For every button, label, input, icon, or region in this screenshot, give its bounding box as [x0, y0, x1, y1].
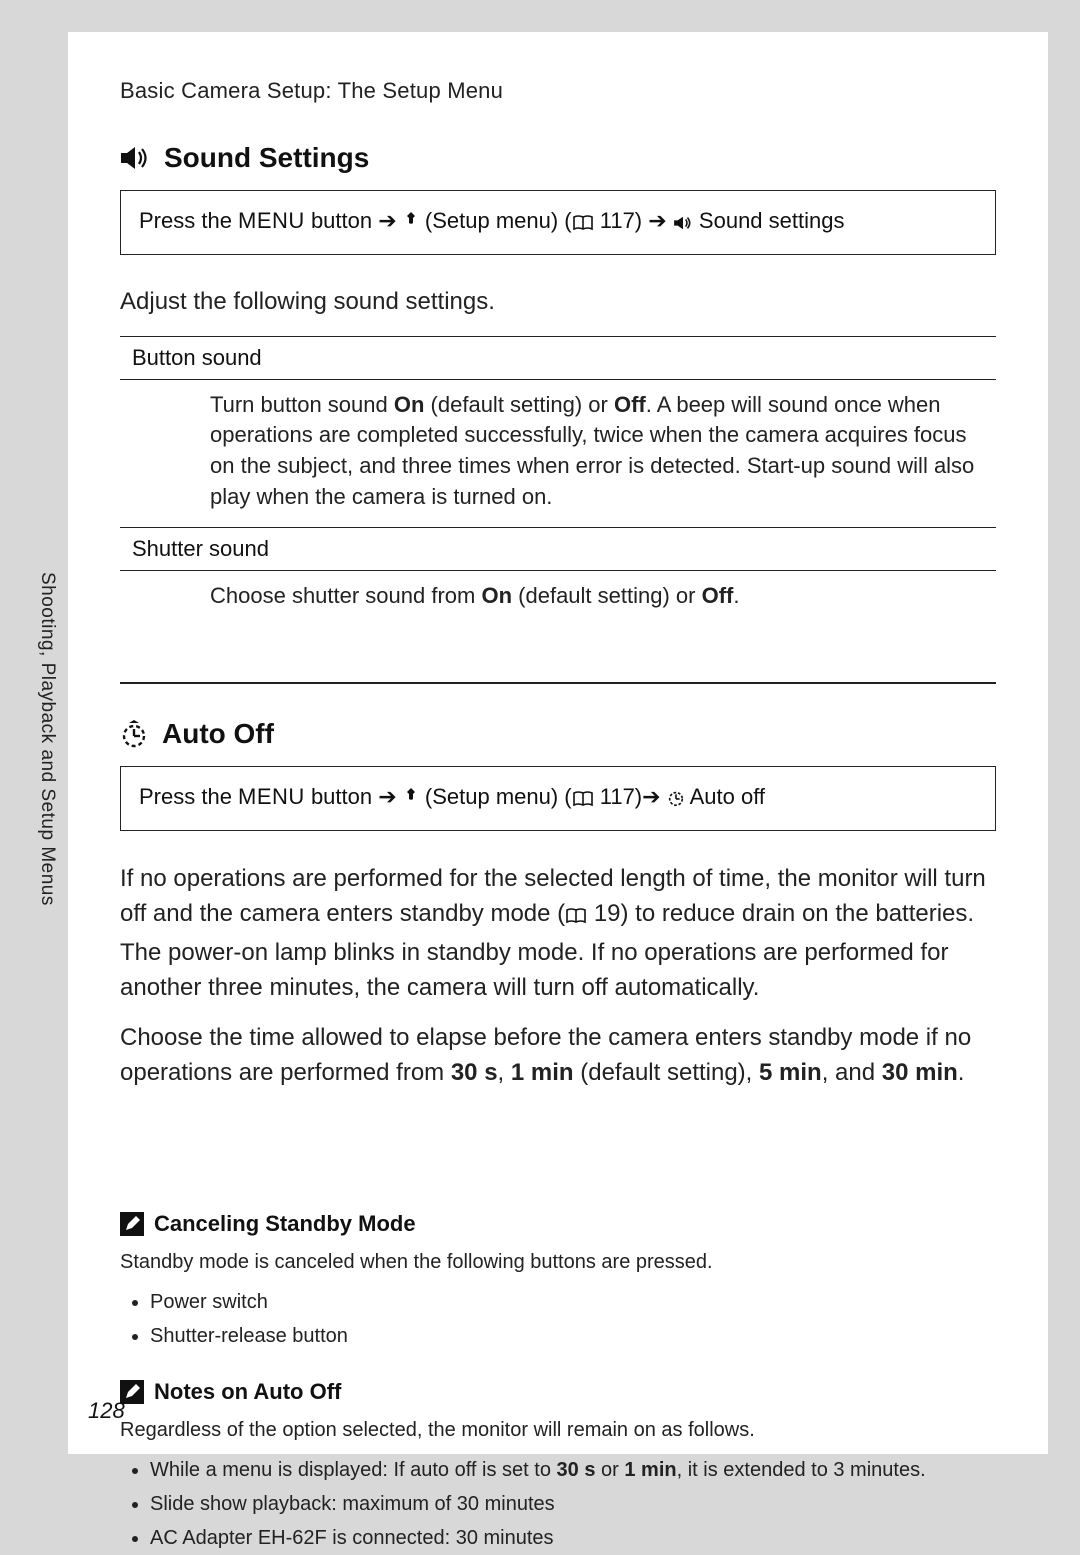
path-text: button — [305, 784, 378, 809]
auto-off-icon — [120, 720, 148, 748]
book-icon — [572, 784, 594, 816]
breadcrumb: Basic Camera Setup: The Setup Menu — [120, 78, 996, 104]
option-shutter-sound-head: Shutter sound — [120, 528, 996, 571]
note-list: Power switch Shutter-release button — [120, 1285, 996, 1353]
page-number: 128 — [88, 1398, 125, 1424]
path-text: Auto off — [685, 784, 765, 809]
option-button-sound-body: Turn button sound On (default setting) o… — [120, 380, 996, 528]
path-text: Press the — [139, 208, 238, 233]
section-title-text: Sound Settings — [164, 142, 369, 174]
page: Basic Camera Setup: The Setup Menu Sound… — [68, 32, 1048, 1454]
nav-path-autooff: Press the MENU button ➔ (Setup menu) ( 1… — [120, 766, 996, 831]
autooff-paragraph-2: Choose the time allowed to elapse before… — [120, 1020, 996, 1091]
section-sound-settings: Sound Settings — [120, 142, 996, 174]
note-title: Canceling Standby Mode — [154, 1211, 416, 1237]
list-item: Slide show playback: maximum of 30 minut… — [150, 1487, 996, 1521]
menu-keyword: MENU — [238, 784, 305, 809]
arrow-icon: ➔ — [378, 208, 396, 233]
section-divider — [120, 682, 996, 684]
autooff-paragraph-1: If no operations are performed for the s… — [120, 861, 996, 1006]
path-text: Sound settings — [693, 208, 845, 233]
option-button-sound-head: Button sound — [120, 337, 996, 380]
section-title-text: Auto Off — [162, 718, 274, 750]
page-ref: 117) — [594, 208, 649, 233]
wrench-icon — [403, 208, 419, 240]
book-icon — [572, 208, 594, 240]
path-text: button — [305, 208, 378, 233]
speaker-icon — [673, 208, 693, 240]
sound-lead: Adjust the following sound settings. — [120, 285, 996, 320]
arrow-icon: ➔ — [648, 208, 666, 233]
notes-section: Canceling Standby Mode Standby mode is c… — [120, 1211, 996, 1555]
arrow-icon: ➔ — [378, 784, 396, 809]
path-text: Press the — [139, 784, 238, 809]
note-title: Notes on Auto Off — [154, 1379, 341, 1405]
note-canceling-standby: Canceling Standby Mode — [120, 1211, 996, 1237]
list-item: Shutter-release button — [150, 1319, 996, 1353]
path-text: (Setup menu) ( — [419, 208, 572, 233]
pencil-note-icon — [120, 1212, 144, 1236]
note-lead: Regardless of the option selected, the m… — [120, 1415, 996, 1445]
note-auto-off: Notes on Auto Off — [120, 1379, 996, 1405]
list-item: While a menu is displayed: If auto off i… — [150, 1453, 996, 1487]
list-item: AC Adapter EH-62F is connected: 30 minut… — [150, 1521, 996, 1555]
menu-keyword: MENU — [238, 208, 305, 233]
auto-off-icon — [667, 784, 685, 816]
section-auto-off: Auto Off — [120, 718, 996, 750]
path-text: (Setup menu) ( — [419, 784, 572, 809]
arrow-icon: ➔ — [642, 784, 660, 809]
note-lead: Standby mode is canceled when the follow… — [120, 1247, 996, 1277]
option-shutter-sound-body: Choose shutter sound from On (default se… — [120, 571, 996, 626]
note-list: While a menu is displayed: If auto off i… — [120, 1453, 996, 1555]
wrench-icon — [403, 784, 419, 816]
book-icon — [565, 899, 587, 935]
options-table: Button sound Turn button sound On (defau… — [120, 336, 996, 626]
speaker-icon — [120, 145, 150, 171]
page-ref: 117) — [594, 784, 643, 809]
list-item: Power switch — [150, 1285, 996, 1319]
nav-path-sound: Press the MENU button ➔ (Setup menu) ( 1… — [120, 190, 996, 255]
side-label: Shooting, Playback and Setup Menus — [36, 572, 58, 906]
